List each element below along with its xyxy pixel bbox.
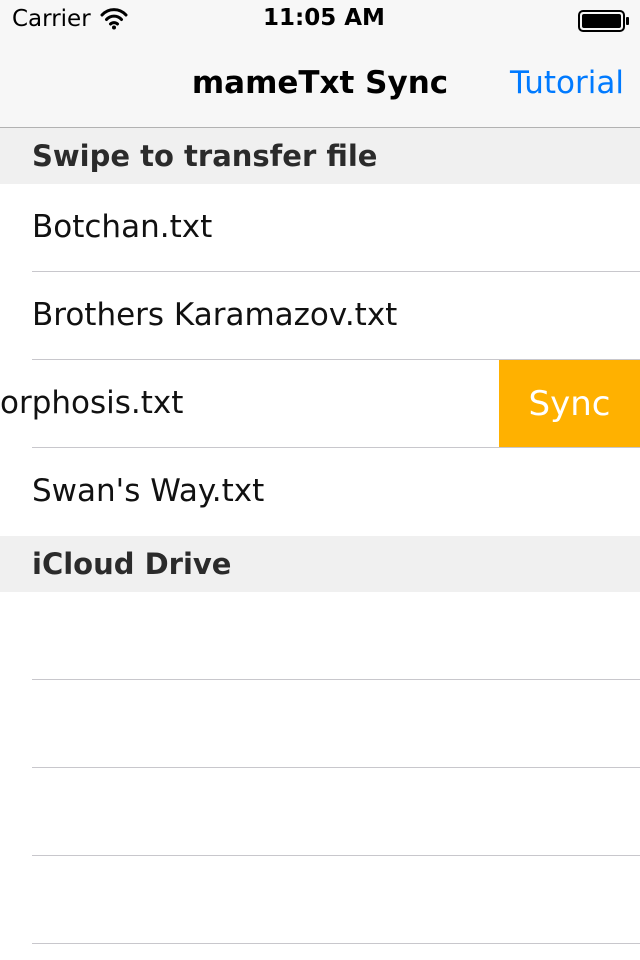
file-row[interactable]: Brothers Karamazov.txt	[0, 272, 640, 360]
file-name: Swan's Way.txt	[32, 473, 265, 509]
icloud-row[interactable]	[0, 680, 640, 768]
section-header-label: iCloud Drive	[32, 547, 232, 581]
file-name: orphosis.txt	[0, 385, 184, 421]
file-row-swiped[interactable]: orphosis.txt Sync	[0, 360, 640, 448]
section-header-label: Swipe to transfer file	[32, 139, 378, 173]
app-screen: Carrier 11:05 AM mameTxt Sync Tutorial S…	[0, 0, 640, 960]
section-header-icloud: iCloud Drive	[0, 536, 640, 592]
icloud-row[interactable]	[0, 592, 640, 680]
tutorial-button[interactable]: Tutorial	[510, 63, 624, 103]
section-header-transfer: Swipe to transfer file	[0, 128, 640, 184]
battery-full-icon	[578, 10, 629, 32]
row-separator	[32, 943, 640, 944]
file-name: Botchan.txt	[32, 209, 213, 245]
icloud-row[interactable]	[0, 768, 640, 856]
icloud-row[interactable]	[0, 856, 640, 944]
status-time: 11:05 AM	[263, 5, 385, 31]
file-row[interactable]: Swan's Way.txt	[0, 448, 640, 536]
sync-button[interactable]: Sync	[499, 360, 640, 448]
navigation-bar: Carrier 11:05 AM mameTxt Sync Tutorial	[0, 0, 640, 128]
file-row[interactable]: Botchan.txt	[0, 184, 640, 272]
status-bar: Carrier 11:05 AM	[0, 0, 640, 40]
file-name: Brothers Karamazov.txt	[32, 297, 398, 333]
